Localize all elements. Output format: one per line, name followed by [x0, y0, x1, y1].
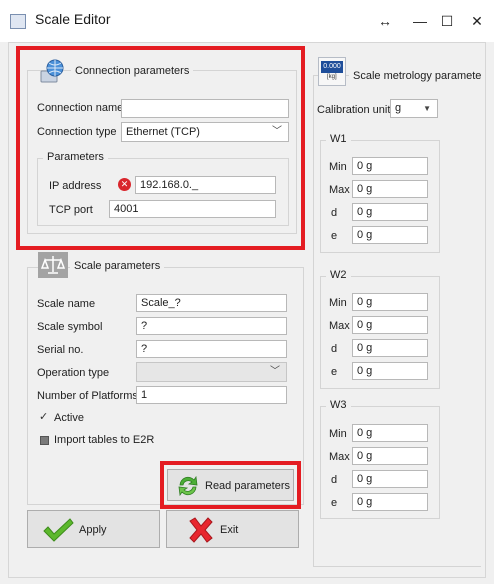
- title-bar[interactable]: Scale Editor ↔ — ☐ ✕: [0, 0, 494, 42]
- exit-button[interactable]: Exit: [166, 510, 299, 548]
- serial-no-input[interactable]: ?: [136, 340, 287, 358]
- scale-name-input[interactable]: Scale_?: [136, 294, 287, 312]
- weight-display-unit: [kg]: [327, 74, 337, 80]
- apply-label: Apply: [79, 524, 107, 536]
- w1-max-label: Max: [329, 184, 350, 196]
- close-button[interactable]: ✕: [462, 10, 492, 32]
- w1-min-label: Min: [329, 161, 347, 173]
- minimize-button[interactable]: —: [405, 10, 435, 32]
- scale-name-label: Scale name: [37, 298, 96, 310]
- w2-max-input[interactable]: 0 g: [352, 316, 428, 334]
- w2-min-label: Min: [329, 297, 347, 309]
- w3-max-input[interactable]: 0 g: [352, 447, 428, 465]
- active-checkbox[interactable]: ✓: [39, 410, 48, 423]
- restore-size-icon[interactable]: ↔: [370, 10, 400, 32]
- w2-d-input[interactable]: 0 g: [352, 339, 428, 357]
- scale-parameters-legend: Scale parameters: [70, 260, 165, 272]
- maximize-button[interactable]: ☐: [432, 10, 462, 32]
- w3-max-label: Max: [329, 451, 350, 463]
- weight-display-readout: 0.000: [321, 61, 343, 73]
- calibration-unit-dropdown[interactable]: g ▼: [390, 99, 438, 118]
- w3-min-input[interactable]: 0 g: [352, 424, 428, 442]
- read-parameters-highlight-box: [160, 461, 301, 509]
- w3-min-label: Min: [329, 428, 347, 440]
- w2-min-input[interactable]: 0 g: [352, 293, 428, 311]
- exit-label: Exit: [220, 524, 239, 536]
- operation-type-dropdown[interactable]: ﹀: [136, 362, 287, 382]
- app-icon: [10, 14, 26, 29]
- scale-symbol-input[interactable]: ?: [136, 317, 287, 335]
- w3-e-input[interactable]: 0 g: [352, 493, 428, 511]
- import-tables-label: Import tables to E2R: [54, 434, 155, 446]
- metrology-legend: Scale metrology paramete: [349, 70, 482, 82]
- calibration-unit-label: Calibration unit: [317, 104, 391, 116]
- serial-no-label: Serial no.: [37, 344, 84, 356]
- w3-legend: W3: [326, 399, 351, 411]
- balance-scale-icon: [38, 252, 68, 278]
- number-of-platforms-input[interactable]: 1: [136, 386, 287, 404]
- w1-e-label: e: [331, 230, 338, 242]
- w2-legend: W2: [326, 269, 351, 281]
- calibration-unit-value: g: [395, 102, 402, 114]
- caret-down-icon: ▼: [423, 104, 431, 113]
- weight-display-icon: 0.000 [kg]: [318, 57, 346, 86]
- w1-d-label: d: [331, 207, 338, 219]
- connection-highlight-box: [16, 46, 305, 250]
- active-label: Active: [54, 412, 84, 424]
- window-title: Scale Editor: [35, 11, 111, 27]
- w3-d-input[interactable]: 0 g: [352, 470, 428, 488]
- operation-type-label: Operation type: [37, 367, 110, 379]
- w1-legend: W1: [326, 133, 351, 145]
- w1-e-input[interactable]: 0 g: [352, 226, 428, 244]
- exit-x-icon: [189, 517, 213, 543]
- import-tables-checkbox[interactable]: [40, 436, 49, 445]
- number-of-platforms-label: Number of Platforms: [37, 390, 138, 402]
- w3-e-label: e: [331, 497, 338, 509]
- w1-max-input[interactable]: 0 g: [352, 180, 428, 198]
- check-icon: [43, 518, 74, 542]
- w1-min-input[interactable]: 0 g: [352, 157, 428, 175]
- w2-max-label: Max: [329, 320, 350, 332]
- w2-e-input[interactable]: 0 g: [352, 362, 428, 380]
- w3-d-label: d: [331, 474, 338, 486]
- scale-symbol-label: Scale symbol: [37, 321, 103, 333]
- w1-d-input[interactable]: 0 g: [352, 203, 428, 221]
- chevron-down-icon: ﹀: [270, 366, 280, 377]
- w2-d-label: d: [331, 343, 338, 355]
- w2-e-label: e: [331, 366, 338, 378]
- apply-button[interactable]: Apply: [27, 510, 160, 548]
